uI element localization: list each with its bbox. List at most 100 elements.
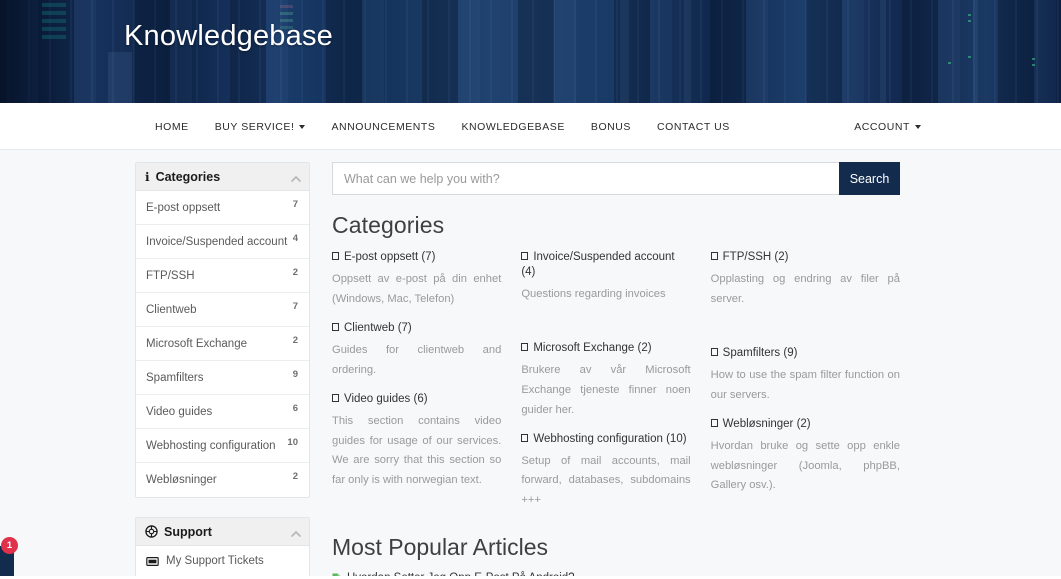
server-led xyxy=(1032,64,1035,66)
nav-item-label: ANNOUNCEMENTS xyxy=(331,120,436,133)
category-link[interactable]: Spamfilters (9) xyxy=(710,346,900,361)
articles-section-title: Most Popular Articles xyxy=(332,534,549,561)
banner-pillar xyxy=(620,0,629,103)
category-block: Webhosting configuration (10) Setup of m… xyxy=(521,432,691,512)
sidebar-item-my-support-tickets[interactable]: My Support Tickets xyxy=(136,546,309,576)
category-block: Video guides (6) This section contains v… xyxy=(332,392,501,492)
sidebar-item-label: Microsoft Exchange xyxy=(146,337,247,350)
nav-item-home[interactable]: HOME xyxy=(155,121,202,133)
server-rack-decoration xyxy=(42,27,66,31)
nav-item-knowledgebase[interactable]: KNOWLEDGEBASE xyxy=(448,121,577,133)
sidebar-item-e-post-oppsett[interactable]: E-post oppsett 7 xyxy=(136,191,309,225)
support-panel-header[interactable]: Support xyxy=(136,518,309,546)
page-inner: ℹ Categories E-post oppsett 7 Invoice/Su… xyxy=(0,150,1061,579)
categories-column: FTP/SSH (2) Opplasting og endring av fil… xyxy=(710,250,900,522)
banner-pillar xyxy=(684,0,691,103)
sidebar-item-count: 6 xyxy=(292,403,298,414)
sidebar-item-microsoft-exchange[interactable]: Microsoft Exchange 2 xyxy=(136,327,309,361)
category-block: Webløsninger (2) Hvordan bruke og sette … xyxy=(710,417,900,497)
nav-account-label: ACCOUNT xyxy=(854,120,910,133)
nav-item-contact-us[interactable]: CONTACT US xyxy=(644,121,743,133)
page-banner: Knowledgebase xyxy=(0,0,1061,103)
category-description: Questions regarding invoices xyxy=(521,287,666,300)
chevron-up-icon[interactable] xyxy=(291,529,301,538)
banner-pillar xyxy=(880,0,886,103)
sidebar-item-label: Spamfilters xyxy=(146,371,204,384)
category-link[interactable]: FTP/SSH (2) xyxy=(710,250,900,265)
category-link[interactable]: Webløsninger (2) xyxy=(710,417,900,432)
server-led xyxy=(948,62,951,64)
sidebar-item-count: 2 xyxy=(292,267,298,278)
main-navigation: HOME BUY SERVICE! ANNOUNCEMENTS KNOWLEDG… xyxy=(0,103,1061,150)
nav-item-label: BONUS xyxy=(590,120,631,133)
nav-item-label: KNOWLEDGEBASE xyxy=(461,120,565,133)
categories-panel-header[interactable]: ℹ Categories xyxy=(136,163,309,191)
folder-icon xyxy=(332,322,339,331)
category-link[interactable]: Video guides (6) xyxy=(332,392,501,407)
chevron-up-icon[interactable] xyxy=(291,174,301,183)
nav-item-announcements[interactable]: ANNOUNCEMENTS xyxy=(318,121,448,133)
category-block: Clientweb (7) Guides for clientweb and o… xyxy=(332,321,501,381)
categories-column: Invoice/Suspended account (4) Questions … xyxy=(521,250,710,522)
category-description: How to use the spam filter function on o… xyxy=(710,368,900,401)
category-description: Brukere av vår Microsoft Exchange tjenes… xyxy=(521,363,691,416)
category-link-label: FTP/SSH (2) xyxy=(722,251,789,263)
chevron-down-icon xyxy=(299,124,306,129)
nav-item-buy-service[interactable]: BUY SERVICE! xyxy=(202,121,319,133)
server-rack-decoration xyxy=(280,5,293,8)
category-link-label: Webløsninger (2) xyxy=(722,417,811,430)
info-icon: ℹ xyxy=(145,169,150,184)
server-led xyxy=(968,14,971,16)
category-link-label: Invoice/Suspended account (4) xyxy=(521,251,675,278)
category-link-label: Webhosting configuration (10) xyxy=(533,432,687,445)
chat-unread-badge[interactable]: 1 xyxy=(1,537,18,554)
folder-icon xyxy=(521,342,529,351)
banner-pillar xyxy=(108,52,132,103)
page-body: ℹ Categories E-post oppsett 7 Invoice/Su… xyxy=(0,150,1061,579)
nav-item-bonus[interactable]: BONUS xyxy=(578,121,644,133)
category-description: Oppsett av e-post på din enhet (Windows,… xyxy=(332,272,502,305)
search-input[interactable] xyxy=(332,162,839,195)
categories-grid: E-post oppsett (7) Oppsett av e-post på … xyxy=(332,250,900,522)
categories-panel: ℹ Categories E-post oppsett 7 Invoice/Su… xyxy=(135,162,310,498)
sidebar-item-count: 2 xyxy=(292,335,298,346)
chevron-down-icon xyxy=(915,124,921,129)
category-link-label: Video guides (6) xyxy=(344,392,428,405)
sidebar-item-label: Invoice/Suspended account xyxy=(146,235,288,248)
sidebar-item-count: 7 xyxy=(292,301,298,312)
server-led xyxy=(968,20,971,22)
sidebar-item-count: 9 xyxy=(292,369,298,380)
category-link[interactable]: Webhosting configuration (10) xyxy=(521,432,690,447)
category-link[interactable]: E-post oppsett (7) xyxy=(332,250,501,265)
category-link-label: Microsoft Exchange (2) xyxy=(533,341,652,354)
sidebar-item-webhosting-configuration[interactable]: Webhosting configuration 10 xyxy=(136,429,309,463)
category-description: Setup of mail accounts, mail forward, da… xyxy=(521,454,691,507)
folder-icon xyxy=(710,252,718,260)
page-title: Knowledgebase xyxy=(124,20,333,52)
folder-icon xyxy=(710,347,718,356)
server-rack-decoration xyxy=(280,12,293,15)
nav-item-label: HOME xyxy=(155,120,189,133)
category-link-label: E-post oppsett (7) xyxy=(344,251,436,263)
support-panel: Support My Support Tickets xyxy=(135,517,310,577)
sidebar-item-label: My Support Tickets xyxy=(166,555,264,567)
sidebar-item-clientweb[interactable]: Clientweb 7 xyxy=(136,293,309,327)
nav-item-account[interactable]: ACCOUNT xyxy=(854,103,1061,150)
sidebar-item-invoice-suspended-account[interactable]: Invoice/Suspended account 4 xyxy=(136,225,309,259)
category-link[interactable]: Clientweb (7) xyxy=(332,321,501,336)
sidebar-item-ftp-ssh[interactable]: FTP/SSH 2 xyxy=(136,259,309,293)
nav-list: HOME BUY SERVICE! ANNOUNCEMENTS KNOWLEDG… xyxy=(155,103,743,150)
banner-pillar xyxy=(973,0,978,103)
category-link[interactable]: Microsoft Exchange (2) xyxy=(521,341,690,356)
search-button[interactable]: Search xyxy=(839,162,900,195)
sidebar-item-spamfilters[interactable]: Spamfilters 9 xyxy=(136,361,309,395)
server-rack-decoration xyxy=(42,3,66,7)
sidebar-item-label: Webløsninger xyxy=(146,474,217,486)
sidebar-item-label: E-post oppsett xyxy=(146,201,221,214)
lifebuoy-icon xyxy=(145,525,158,538)
category-link[interactable]: Invoice/Suspended account (4) xyxy=(521,250,690,280)
server-rack-decoration xyxy=(42,19,66,23)
sidebar-item-video-guides[interactable]: Video guides 6 xyxy=(136,395,309,429)
sidebar-item-count: 7 xyxy=(292,199,298,210)
sidebar-item-weblosninger[interactable]: Webløsninger 2 xyxy=(136,463,309,497)
